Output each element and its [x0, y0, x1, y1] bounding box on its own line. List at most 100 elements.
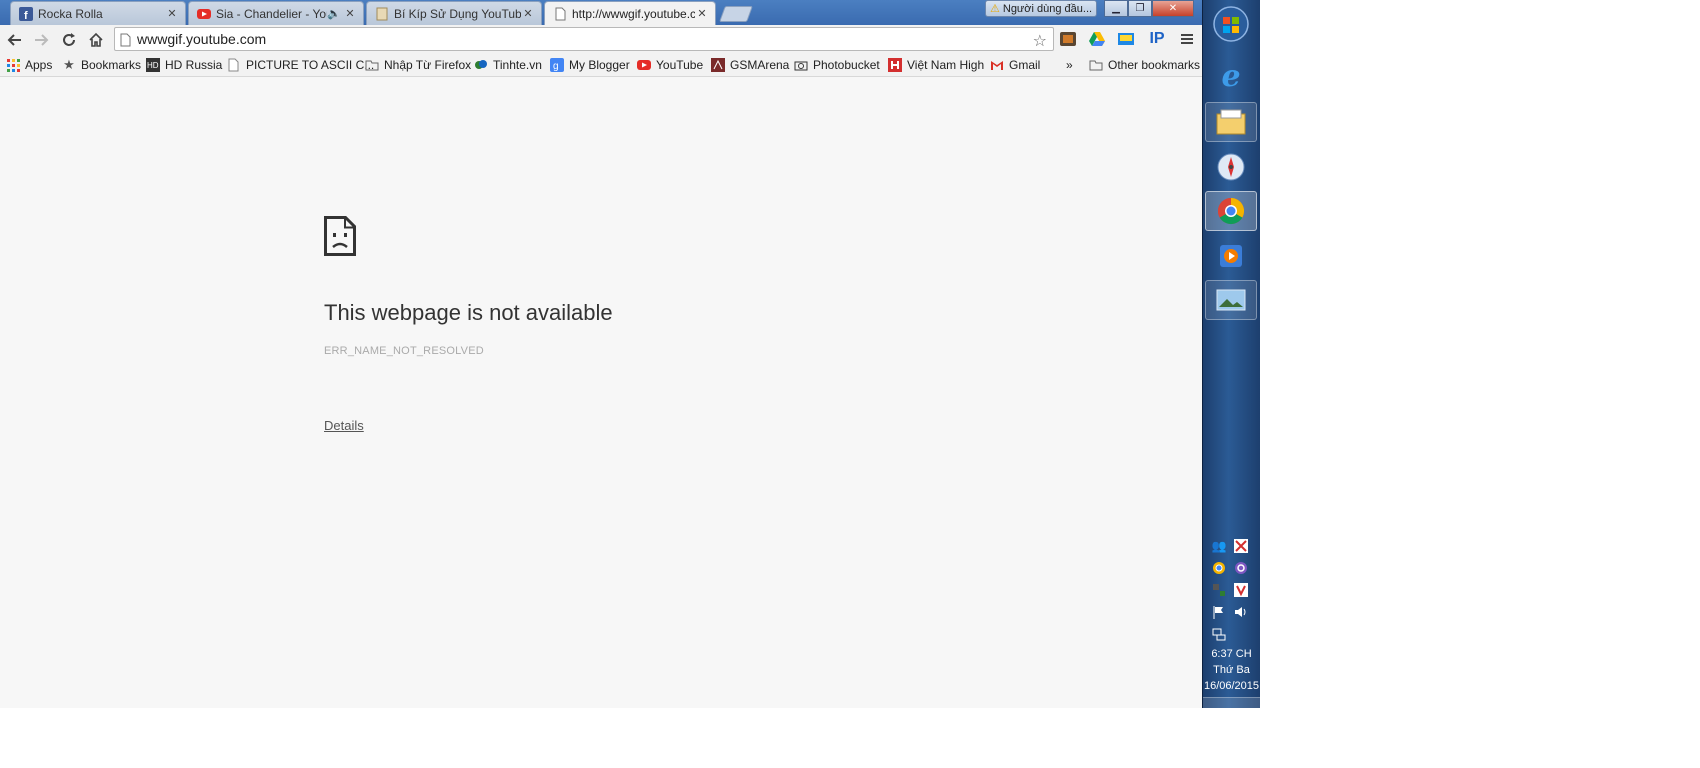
taskbar-photo-viewer[interactable]: [1205, 280, 1257, 320]
network-icon[interactable]: [1211, 626, 1227, 642]
close-tab-icon[interactable]: ✕: [343, 7, 357, 20]
bookmark-picture-ascii[interactable]: PICTURE TO ASCII C...: [227, 57, 374, 73]
gmail-icon: [990, 58, 1004, 72]
tab-error-page[interactable]: http://wwwgif.youtube.co ✕: [544, 1, 716, 25]
error-code: ERR_NAME_NOT_RESOLVED: [324, 345, 484, 357]
home-button[interactable]: [85, 29, 107, 51]
back-arrow-icon: [7, 34, 21, 46]
page-icon: [227, 58, 241, 72]
youtube-icon: [197, 7, 211, 21]
maximize-button[interactable]: ❐: [1128, 0, 1152, 17]
chrome-icon: [1217, 197, 1245, 225]
bookmark-label: YouTube: [656, 58, 704, 72]
tab-rocka-rolla[interactable]: f Rocka Rolla ✕: [10, 1, 186, 25]
show-desktop-button[interactable]: [1203, 697, 1260, 708]
star-icon: ★: [63, 57, 75, 72]
bookmark-tinhte[interactable]: Tinhte.vn: [474, 57, 542, 73]
system-clock[interactable]: 6:37 CH Thứ Ba 16/06/2015: [1203, 646, 1260, 694]
menu-icon[interactable]: [1178, 30, 1196, 48]
svg-text:f: f: [24, 10, 28, 21]
back-button[interactable]: [4, 29, 26, 51]
clock-day: Thứ Ba: [1213, 664, 1250, 676]
taskbar-media-player[interactable]: [1205, 236, 1257, 276]
page-icon: [553, 7, 567, 21]
tray-antivirus-icon[interactable]: [1233, 538, 1249, 554]
reload-icon: [63, 33, 75, 46]
tab-bi-kip[interactable]: Bí Kíp Sử Dụng YouTube | ✕: [366, 1, 542, 25]
file-explorer-icon: [1216, 109, 1246, 135]
tray-security-icon[interactable]: [1211, 582, 1227, 598]
forward-button[interactable]: [30, 29, 52, 51]
browser-window: f Rocka Rolla ✕ Sia - Chandelier - YouT …: [0, 0, 1202, 708]
bookmark-firefox-folder[interactable]: Nhập Từ Firefox: [365, 57, 471, 73]
taskbar-explorer[interactable]: [1205, 102, 1257, 142]
svg-text:g: g: [553, 61, 559, 72]
bookmark-youtube[interactable]: YouTube: [637, 57, 703, 73]
bookmark-label: Gmail: [1009, 58, 1041, 72]
close-tab-icon[interactable]: ✕: [521, 7, 535, 20]
windows-taskbar: e 👥 6:37 CH Thứ Ba 16/06/2015: [1202, 0, 1260, 708]
taskbar-safari[interactable]: [1205, 147, 1257, 187]
bookmark-label: My Blogger: [569, 58, 630, 72]
apps-grid-icon: [6, 58, 20, 72]
sad-page-icon: [324, 216, 356, 256]
folder-icon: [1089, 58, 1103, 72]
tray-sync-icon[interactable]: [1233, 560, 1249, 576]
ip-extension-icon[interactable]: IP: [1146, 30, 1168, 48]
details-link[interactable]: Details: [324, 418, 364, 433]
folder-icon: [365, 58, 379, 72]
page-icon: [120, 33, 132, 52]
clock-date: 16/06/2015: [1203, 680, 1260, 692]
bookmark-my-blogger[interactable]: g My Blogger: [550, 57, 630, 73]
photo-viewer-icon: [1216, 289, 1246, 311]
bookmark-photobucket[interactable]: Photobucket: [794, 57, 880, 73]
warning-notification[interactable]: ⚠ Người dùng đầu...: [985, 0, 1097, 17]
bookmark-gsmarena[interactable]: GSMArena: [711, 57, 789, 73]
tray-people-icon[interactable]: 👥: [1211, 538, 1227, 554]
close-window-button[interactable]: ✕: [1152, 0, 1194, 17]
bookmark-apps[interactable]: Apps: [6, 57, 52, 73]
bookmark-label: Other bookmarks: [1108, 58, 1201, 72]
reload-button[interactable]: [58, 29, 80, 51]
new-tab-button[interactable]: [719, 6, 753, 22]
tab-chandelier[interactable]: Sia - Chandelier - YouT 🔈 ✕: [188, 1, 364, 25]
tinhte-icon: [474, 58, 488, 72]
bookmarks-bar: Apps ★ Bookmarks HD HD Russia PICTURE TO…: [0, 54, 1202, 77]
extension-screen-icon[interactable]: [1117, 30, 1135, 48]
star-icon[interactable]: ☆: [1033, 31, 1047, 51]
address-bar[interactable]: wwwgif.youtube.com ☆: [114, 27, 1054, 51]
volume-icon[interactable]: [1233, 604, 1249, 620]
bookmarks-overflow-button[interactable]: »: [1066, 57, 1073, 73]
minimize-button[interactable]: ▁: [1104, 0, 1128, 17]
gsmarena-icon: [711, 58, 725, 72]
bookmark-other-folder[interactable]: Other bookmarks: [1089, 57, 1200, 73]
extension-film-icon[interactable]: [1059, 30, 1077, 48]
action-center-flag-icon[interactable]: [1211, 604, 1227, 620]
svg-text:HD: HD: [147, 61, 159, 70]
forward-arrow-icon: [35, 34, 49, 46]
blogger-icon: g: [550, 58, 564, 72]
bookmark-label: Bookmarks: [81, 58, 142, 72]
tray-chrome-icon[interactable]: [1211, 560, 1227, 576]
tray-v-icon[interactable]: [1233, 582, 1249, 598]
close-tab-icon[interactable]: ✕: [695, 7, 709, 20]
vnhigh-icon: [888, 58, 902, 72]
tab-title: Bí Kíp Sử Dụng YouTube |: [394, 6, 521, 21]
speaker-icon: 🔈: [327, 8, 341, 20]
close-tab-icon[interactable]: ✕: [165, 7, 179, 20]
google-drive-icon[interactable]: [1088, 30, 1106, 48]
bookmark-hd-russia[interactable]: HD HD Russia: [146, 57, 222, 73]
bookmark-label: PICTURE TO ASCII C...: [246, 58, 375, 72]
overflow-chevron: »: [1066, 58, 1073, 72]
tab-title: Rocka Rolla: [38, 6, 103, 21]
bookmark-vietnam-high[interactable]: Việt Nam High: [888, 57, 984, 73]
bookmark-label: Apps: [25, 58, 53, 72]
bookmark-bookmarks[interactable]: ★ Bookmarks: [62, 57, 141, 73]
taskbar-chrome[interactable]: [1205, 191, 1257, 231]
bookmark-label: Tinhte.vn: [493, 58, 542, 72]
safari-icon: [1217, 153, 1245, 181]
taskbar-internet-explorer[interactable]: e: [1205, 56, 1257, 96]
hd-icon: HD: [146, 58, 160, 72]
start-button[interactable]: [1205, 4, 1257, 44]
bookmark-gmail[interactable]: Gmail: [990, 57, 1040, 73]
